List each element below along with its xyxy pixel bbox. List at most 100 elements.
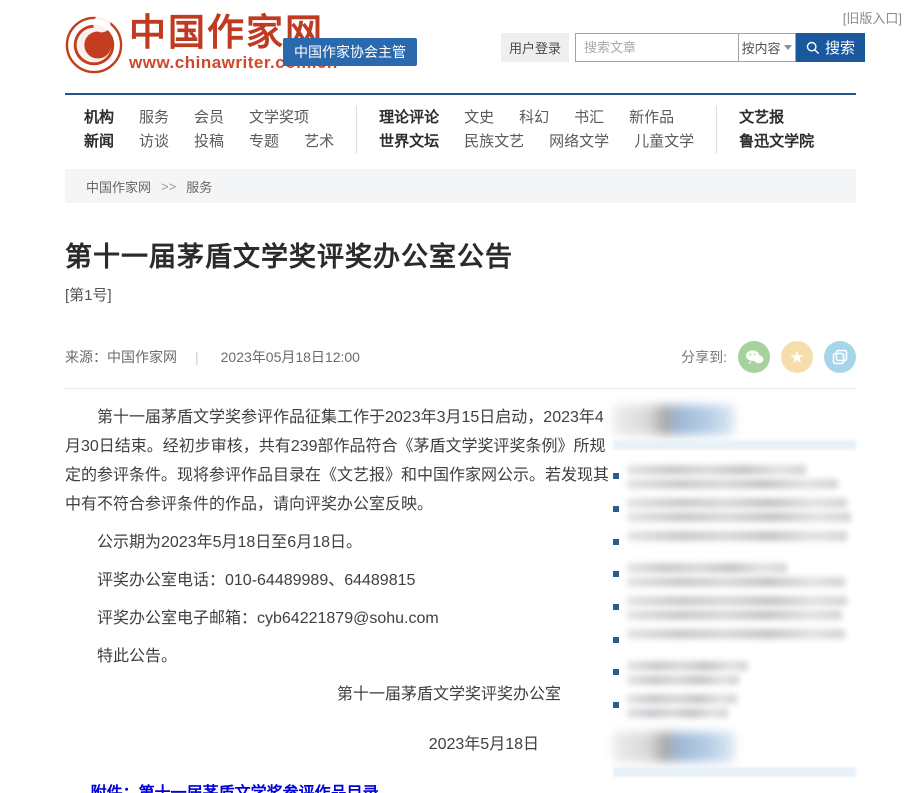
article-paragraph: 特此公告。 — [65, 642, 613, 671]
search-bar: 用户登录 按内容 搜索 — [501, 33, 865, 62]
nav-item[interactable]: 服务 — [139, 106, 169, 130]
breadcrumb-separator: >> — [161, 179, 176, 194]
nav-item[interactable]: 会员 — [194, 106, 224, 130]
user-login-button[interactable]: 用户登录 — [501, 33, 569, 62]
article-datetime: 2023年05月18日12:00 — [221, 347, 360, 367]
sidebar-item-blurred[interactable] — [613, 596, 856, 620]
nav-item[interactable]: 网络文学 — [549, 130, 609, 154]
nav-item[interactable]: 儿童文学 — [634, 130, 694, 154]
article-title: 第十一届茅盾文学奖评奖办公室公告 — [65, 235, 856, 274]
article-paragraph: 公示期为2023年5月18日至6月18日。 — [65, 528, 613, 557]
blurred-text-line — [627, 498, 847, 508]
article-meta-row: 来源：中国作家网 | 2023年05月18日12:00 分享到: ★ — [65, 341, 856, 389]
sidebar-item-blurred[interactable] — [613, 563, 856, 587]
sidebar-item-blurred[interactable] — [613, 629, 856, 652]
copy-share-button[interactable] — [824, 341, 856, 373]
attachment-link[interactable]: 附件：第十一届茅盾文学奖参评作品目录 — [65, 779, 613, 793]
nav-item[interactable]: 民族文艺 — [464, 130, 524, 154]
nav-item[interactable]: 机构 — [84, 106, 114, 130]
related-sidebar — [613, 403, 856, 793]
blurred-text-line — [627, 512, 851, 522]
nav-group-1: 理论评论 文史 科幻 书汇 新作品世界文坛 民族文艺 网络文学 儿童文学 — [356, 106, 716, 154]
chevron-down-icon — [784, 45, 792, 50]
site-header: 中国作家网 www.chinawriter.com.cn 中国作家协会主管 [旧… — [65, 0, 856, 95]
sidebar-item-blurred[interactable] — [613, 531, 856, 554]
article-paragraph: 评奖办公室电子邮箱：cyb64221879@sohu.com — [65, 604, 613, 633]
nav-item[interactable]: 文艺报 — [739, 106, 784, 130]
article-signature: 第十一届茅盾文学奖评奖办公室 — [65, 680, 613, 704]
article-paragraph: 评奖办公室电话：010-64489989、64489815 — [65, 566, 613, 595]
nav-row: 世界文坛 民族文艺 网络文学 儿童文学 — [379, 130, 694, 154]
main-nav: 机构 服务 会员 文学奖项新闻 访谈 投稿 专题 艺术 理论评论 文史 科幻 书汇 新作品世界文坛 民族文… — [65, 95, 856, 163]
search-button-label: 搜索 — [825, 37, 855, 58]
search-input[interactable] — [575, 33, 738, 62]
nav-item[interactable]: 书汇 — [574, 106, 604, 130]
article-paragraph: 第十一届茅盾文学奖参评作品征集工作于2023年3月15日启动，2023年4月30… — [65, 403, 613, 519]
supervisor-badge: 中国作家协会主管 — [283, 38, 417, 66]
search-icon — [806, 41, 820, 55]
blurred-text-line — [627, 531, 847, 541]
sidebar-section-header-blurred — [613, 405, 735, 435]
sidebar-item-blurred[interactable] — [613, 498, 856, 522]
blurred-text-line — [627, 479, 838, 489]
article-body: 第十一届茅盾文学奖参评作品征集工作于2023年3月15日启动，2023年4月30… — [65, 403, 613, 793]
article-sign-date: 2023年5月18日 — [65, 730, 613, 754]
nav-row: 机构 服务 会员 文学奖项 — [84, 106, 334, 130]
wechat-icon — [745, 349, 764, 365]
blurred-text-line — [627, 694, 737, 704]
nav-item[interactable]: 鲁迅文学院 — [739, 130, 814, 154]
search-filter-label: 按内容 — [741, 38, 780, 57]
article-source: 来源：中国作家网 — [65, 347, 177, 367]
sidebar-header-underline — [613, 440, 856, 450]
search-button[interactable]: 搜索 — [796, 33, 865, 62]
blurred-text-line — [627, 629, 845, 639]
wechat-share-button[interactable] — [738, 341, 770, 373]
article-issue-number: [第1号] — [65, 284, 856, 305]
nav-item[interactable]: 专题 — [249, 130, 279, 154]
nav-row: 文艺报 — [739, 106, 814, 130]
blurred-text-line — [627, 563, 787, 573]
blurred-text-line — [627, 661, 748, 671]
nav-item[interactable]: 文史 — [464, 106, 494, 130]
page: 中国作家网 www.chinawriter.com.cn 中国作家协会主管 [旧… — [0, 0, 921, 793]
breadcrumb-site[interactable]: 中国作家网 — [86, 177, 151, 196]
sidebar-item-blurred[interactable] — [613, 465, 856, 489]
content-area: 第十一届茅盾文学奖参评作品征集工作于2023年3月15日启动，2023年4月30… — [65, 403, 856, 793]
nav-item[interactable]: 理论评论 — [379, 106, 439, 130]
share-label: 分享到: — [681, 347, 727, 367]
old-version-link[interactable]: [旧版入口] — [843, 8, 902, 27]
nav-row: 理论评论 文史 科幻 书汇 新作品 — [379, 106, 694, 130]
nav-item[interactable]: 世界文坛 — [379, 130, 439, 154]
nav-row: 新闻 访谈 投稿 专题 艺术 — [84, 130, 334, 154]
logo-emblem-icon — [65, 16, 123, 74]
nav-item[interactable]: 新闻 — [84, 130, 114, 154]
blurred-text-line — [627, 465, 806, 475]
sidebar-item-blurred[interactable] — [613, 694, 856, 718]
sidebar-header-underline — [613, 767, 856, 777]
share-bar: 分享到: ★ — [681, 341, 856, 373]
breadcrumb-section[interactable]: 服务 — [186, 177, 212, 196]
blurred-text-line — [627, 708, 728, 718]
nav-item[interactable]: 新作品 — [629, 106, 674, 130]
blurred-text-line — [627, 675, 739, 685]
nav-item[interactable]: 访谈 — [139, 130, 169, 154]
meta-divider: | — [195, 349, 199, 365]
star-share-button[interactable]: ★ — [781, 341, 813, 373]
nav-row: 鲁迅文学院 — [739, 130, 814, 154]
blurred-text-line — [627, 596, 847, 606]
sidebar-section-header-blurred — [613, 732, 735, 762]
nav-group-0: 机构 服务 会员 文学奖项新闻 访谈 投稿 专题 艺术 — [65, 106, 356, 154]
blurred-text-line — [627, 610, 842, 620]
breadcrumb: 中国作家网 >> 服务 — [65, 169, 856, 203]
nav-item[interactable]: 投稿 — [194, 130, 224, 154]
nav-group-2: 文艺报鲁迅文学院 — [716, 106, 836, 154]
nav-item[interactable]: 艺术 — [304, 130, 334, 154]
sidebar-footer-section — [613, 732, 856, 777]
blurred-text-line — [627, 577, 845, 587]
nav-item[interactable]: 文学奖项 — [249, 106, 309, 130]
nav-item[interactable]: 科幻 — [519, 106, 549, 130]
search-filter-select[interactable]: 按内容 — [738, 33, 796, 62]
star-icon: ★ — [789, 349, 804, 366]
sidebar-item-blurred[interactable] — [613, 661, 856, 685]
copy-icon — [832, 349, 848, 365]
